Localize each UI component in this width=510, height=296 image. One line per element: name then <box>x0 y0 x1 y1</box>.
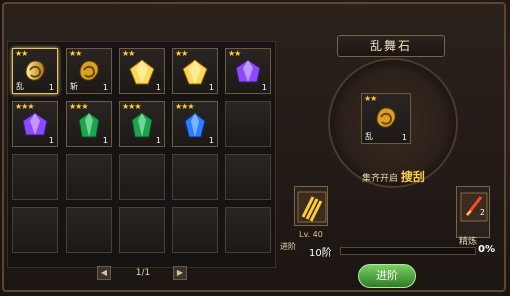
inventory-grid: ★★ 乱 1 ★★ 斩 1 ★★ 1 ★★ 1 ★★ 1 ★★★ 1 ★★★ 1… <box>7 41 276 268</box>
item-quantity: 1 <box>48 136 54 145</box>
next-page-button[interactable]: ▶ <box>173 266 187 280</box>
inventory-slot-empty[interactable] <box>172 207 218 253</box>
gold-ring-icon <box>376 107 396 129</box>
inventory-slot-empty[interactable] <box>119 207 165 253</box>
stars: ★★★ <box>122 102 141 111</box>
stars: ★★ <box>15 49 28 58</box>
stars: ★★★ <box>69 102 88 111</box>
detail-panel: 乱舞石 ★★ 乱 1 集齐开启 搜刮 Lv. 40 2 精炼 进阶 10阶 0%… <box>280 8 506 290</box>
item-quantity: 1 <box>102 83 108 92</box>
item-quantity: 1 <box>48 83 54 92</box>
gold-crystal-icon <box>182 59 208 85</box>
refine-count: 2 <box>479 208 485 217</box>
detail-title: 乱舞石 <box>337 35 445 57</box>
inventory-slot-7[interactable]: ★★★ 1 <box>66 101 112 147</box>
inventory-slot-8[interactable]: ★★★ 1 <box>119 101 165 147</box>
inventory-slot-empty[interactable] <box>12 207 58 253</box>
gold-crystal-icon <box>129 59 155 85</box>
blue-crystal-icon <box>184 112 206 138</box>
inventory-slot-5[interactable]: ★★ 1 <box>225 48 271 94</box>
item-quantity: 1 <box>155 83 161 92</box>
inventory-slot-3[interactable]: ★★ 1 <box>119 48 165 94</box>
item-quantity: 1 <box>208 136 214 145</box>
item-description: 集齐开启 搜刮 <box>362 168 446 184</box>
gold-ring-icon <box>25 60 45 81</box>
purple-crystal-icon <box>22 112 48 136</box>
stars: ★★ <box>175 49 188 58</box>
prev-page-button[interactable]: ◀ <box>97 266 111 280</box>
claw-icon <box>297 191 327 223</box>
item-quantity: 1 <box>208 83 214 92</box>
level-row: 10阶 0% <box>286 241 502 261</box>
desc-prefix: 集齐开启 <box>362 174 399 184</box>
page-indicator: 1/1 <box>135 268 151 278</box>
stars: ★★★ <box>175 102 194 111</box>
inventory-slot-2[interactable]: ★★ 斩 1 <box>66 48 112 94</box>
inventory-slot-4[interactable]: ★★ 1 <box>172 48 218 94</box>
inventory-slot-9[interactable]: ★★★ 1 <box>172 101 218 147</box>
level-label: 10阶 <box>309 248 332 259</box>
item-tag: 乱 <box>16 82 24 91</box>
gold-ring-icon <box>79 60 99 81</box>
skill-icon[interactable] <box>294 186 328 226</box>
advance-button[interactable]: 进阶 <box>358 264 416 288</box>
inventory-slot-empty[interactable] <box>172 154 218 200</box>
refine-button[interactable]: 2 <box>456 186 490 238</box>
inventory-slot-1[interactable]: ★★ 乱 1 <box>12 48 58 94</box>
sword-icon <box>460 192 488 222</box>
stars: ★★★ <box>15 102 34 111</box>
item-quantity: 1 <box>261 83 267 92</box>
level-progress-bar <box>340 247 476 255</box>
stars: ★★ <box>364 94 377 103</box>
item-tag: 斩 <box>70 82 78 91</box>
desc-highlight: 搜刮 <box>400 170 425 184</box>
inventory-pager: ◀ 1/1 ▶ <box>97 266 187 282</box>
inventory-slot-empty[interactable] <box>66 207 112 253</box>
inventory-slot-empty[interactable] <box>12 154 58 200</box>
inventory-slot-empty[interactable] <box>66 154 112 200</box>
item-quantity: 1 <box>155 136 161 145</box>
level-percent: 0% <box>478 244 495 255</box>
inventory-slot-empty[interactable] <box>225 207 271 253</box>
inventory-slot-empty[interactable] <box>119 154 165 200</box>
item-quantity: 1 <box>401 133 407 142</box>
inventory-slot-6[interactable]: ★★★ 1 <box>12 101 58 147</box>
center-item-slot[interactable]: ★★ 乱 1 <box>361 93 411 144</box>
item-quantity: 1 <box>102 136 108 145</box>
game-ui-root: { "inventory": { "page": "1/1", "items":… <box>0 0 510 296</box>
item-tag: 乱 <box>365 132 373 141</box>
skill-level: Lv. 40 <box>299 230 323 239</box>
stars: ★★ <box>228 49 241 58</box>
stars: ★★ <box>122 49 135 58</box>
inventory-slot-empty[interactable] <box>225 101 271 147</box>
green-crystal-icon <box>78 112 100 138</box>
green-crystal-icon <box>131 112 153 138</box>
inventory-slot-empty[interactable] <box>225 154 271 200</box>
stars: ★★ <box>69 49 82 58</box>
purple-crystal-icon <box>235 59 261 83</box>
